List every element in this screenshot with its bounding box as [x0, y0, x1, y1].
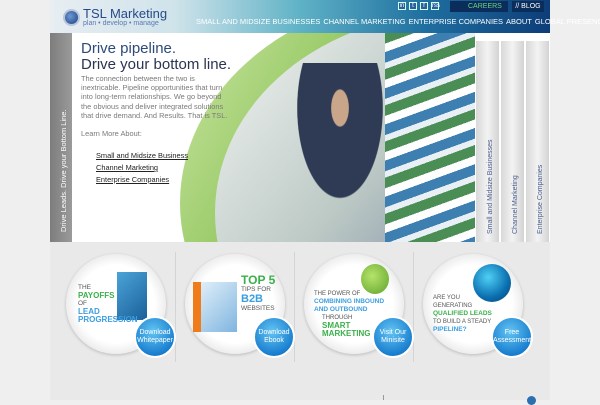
tab-enterprise[interactable]: Enterprise Companies	[526, 41, 549, 242]
tab-label: Enterprise Companies	[537, 164, 544, 234]
nav-smb[interactable]: SMALL AND MIDSIZE BUSINESSES	[196, 17, 323, 26]
card-b2b-tips[interactable]: TOP 5 TIPS FOR B2B WEBSITES Download Ebo…	[179, 252, 295, 362]
card-text: COMBINING INBOUND AND OUTBOUND	[314, 298, 385, 313]
card-text: B2B	[241, 293, 264, 305]
card-text: ARE YOU GENERATING	[433, 295, 473, 309]
logo-tagline: plan • develop • manage	[83, 20, 159, 27]
side-banner-text: Drive Leads. Drive your Bottom Line.	[59, 109, 68, 232]
header: TSL Marketing plan • develop • manage in…	[50, 0, 600, 33]
nav-channel[interactable]: CHANNEL MARKETING	[323, 17, 408, 26]
blog-button[interactable]: // BLOG	[512, 1, 544, 12]
card-qualified-leads[interactable]: ARE YOU GENERATING QUALIFIED LEADS TO BU…	[417, 252, 533, 362]
card-text: PIPELINE?	[433, 326, 467, 333]
card-lead-progression[interactable]: THE PAYOFFS OF LEAD PROGRESSION Download…	[60, 252, 176, 362]
link-channel[interactable]: Channel Marketing	[96, 163, 158, 172]
tab-smb[interactable]: Small and Midsize Businesses	[476, 41, 499, 242]
tab-channel[interactable]: Channel Marketing	[501, 41, 524, 242]
ebook-cover-icon	[193, 282, 237, 332]
tab-label: Small and Midsize Businesses	[487, 139, 494, 234]
globe-icon	[63, 8, 80, 26]
card-text: THE POWER OF	[314, 291, 361, 297]
twitter-icon[interactable]: t	[409, 2, 417, 10]
headline-1: Drive pipeline.	[81, 40, 177, 57]
logo[interactable]: TSL Marketing plan • develop • manage	[63, 7, 167, 27]
card-text: TOP 5	[241, 273, 276, 287]
free-assessment-button[interactable]: Free Assessment	[491, 316, 533, 358]
nav-enterprise[interactable]: ENTERPRISE COMPANIES	[409, 17, 506, 26]
facebook-icon[interactable]: f	[420, 2, 428, 10]
link-smb[interactable]: Small and Midsize Business	[96, 151, 188, 160]
careers-button[interactable]: CAREERS	[450, 1, 508, 12]
card-text: PAYOFFS	[78, 291, 115, 300]
headline-2: Drive your bottom line.	[81, 56, 232, 73]
link-enterprise[interactable]: Enterprise Companies	[96, 175, 169, 184]
linkedin-icon[interactable]: in	[398, 2, 406, 10]
card-text: WEBSITES	[241, 305, 275, 312]
social-links: in t f rss	[398, 2, 440, 10]
intro-paragraph: The connection between the two is inextr…	[81, 74, 228, 120]
download-whitepaper-button[interactable]: Download Whitepaper	[134, 316, 176, 358]
card-text: TO BUILD A STEADY	[433, 319, 492, 325]
tab-label: Channel Marketing	[512, 175, 519, 234]
main-nav: SMALL AND MIDSIZE BUSINESSES CHANNEL MAR…	[196, 17, 600, 26]
side-banner: Drive Leads. Drive your Bottom Line.	[50, 33, 72, 242]
download-ebook-button[interactable]: Download Ebook	[253, 316, 295, 358]
footer-divider	[383, 395, 384, 400]
card-text: SMART MARKETING	[322, 321, 371, 338]
nav-global[interactable]: GLOBAL PRESENCE	[535, 17, 600, 26]
visit-minisite-button[interactable]: Visit Our Minisite	[372, 316, 414, 358]
nav-about[interactable]: ABOUT	[506, 17, 535, 26]
rss-icon[interactable]: rss	[431, 2, 440, 10]
card-text: PROGRESSION	[78, 315, 138, 324]
card-text: QUALIFIED LEADS	[433, 310, 492, 317]
card-inbound-outbound[interactable]: THE POWER OF COMBINING INBOUND AND OUTBO…	[298, 252, 414, 362]
logo-title: TSL Marketing	[83, 6, 168, 21]
footer-icon[interactable]	[527, 396, 536, 405]
hero: Drive Leads. Drive your Bottom Line. Dri…	[50, 33, 550, 242]
learn-more-label: Learn More About:	[81, 129, 142, 138]
page: TSL Marketing plan • develop • manage in…	[50, 0, 600, 405]
